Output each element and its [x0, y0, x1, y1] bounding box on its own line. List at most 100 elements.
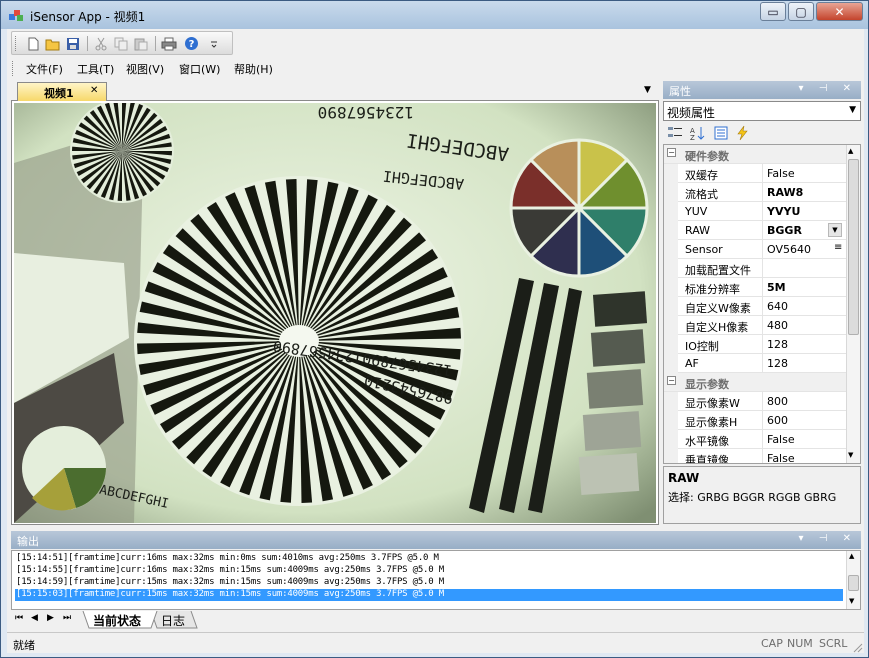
minimize-button[interactable]: ▭	[760, 2, 786, 21]
tab-current-status[interactable]: 当前状态	[93, 611, 141, 629]
property-divider[interactable]	[762, 183, 763, 202]
output-log[interactable]: [15:14:51][framtime]curr:16ms max:32ms m…	[11, 550, 861, 610]
property-category[interactable]: − 硬件参数	[664, 145, 846, 164]
tab-close-icon[interactable]: ✕	[90, 85, 98, 96]
property-value[interactable]: False	[767, 167, 795, 180]
scroll-up-icon[interactable]: ▲	[849, 552, 854, 560]
output-pin-icon[interactable]: ▾ ⊣ ✕	[799, 533, 857, 544]
property-divider[interactable]	[762, 202, 763, 221]
property-divider[interactable]	[762, 278, 763, 297]
property-value[interactable]: 600	[767, 414, 788, 427]
property-value[interactable]: False	[767, 433, 795, 446]
property-row[interactable]: 标准分辨率 5M	[664, 278, 846, 297]
property-dropdown-icon[interactable]: ▼	[828, 223, 842, 237]
property-row[interactable]: IO控制 128	[664, 335, 846, 354]
property-category[interactable]: − 显示参数	[664, 373, 846, 392]
categorized-icon[interactable]	[667, 125, 683, 141]
log-line-selected[interactable]: [15:15:03][framtime]curr:15ms max:32ms m…	[15, 589, 843, 601]
properties-object-select[interactable]: 视频属性 ▼	[663, 101, 861, 121]
property-divider[interactable]	[762, 316, 763, 335]
property-divider[interactable]	[762, 335, 763, 354]
toolbar-overflow-icon[interactable]	[208, 35, 220, 52]
sort-alphabetical-icon[interactable]: AZ	[689, 125, 705, 142]
menu-view[interactable]: 视图(V)	[126, 61, 164, 77]
last-tab-icon[interactable]: ⏭	[63, 613, 71, 623]
property-value[interactable]: False	[767, 452, 795, 463]
property-value[interactable]: BGGR	[767, 224, 802, 237]
scroll-down-icon[interactable]: ▼	[849, 597, 854, 605]
property-row[interactable]: RAW BGGR ▼	[664, 221, 846, 240]
camera-preview[interactable]: 1234567890 ABCDEFGHI ABCDEFGHI 123456789…	[14, 103, 656, 523]
property-row[interactable]: 自定义H像素 480	[664, 316, 846, 335]
property-divider[interactable]	[762, 392, 763, 411]
log-line[interactable]: [15:14:51][framtime]curr:16ms max:32ms m…	[15, 553, 843, 565]
next-tab-icon[interactable]: ▶	[47, 613, 54, 623]
close-button[interactable]: ✕	[816, 2, 863, 21]
property-more-icon[interactable]: ≡	[834, 242, 842, 253]
tab-list-dropdown-icon[interactable]: ▼	[644, 85, 651, 95]
menu-tools[interactable]: 工具(T)	[77, 61, 114, 77]
help-icon[interactable]: ?	[182, 35, 200, 52]
property-grid-scrollbar[interactable]: ▲ ▼	[846, 145, 860, 463]
output-scroll-thumb[interactable]	[848, 575, 859, 591]
maximize-button[interactable]: ▢	[788, 2, 814, 21]
menu-help[interactable]: 帮助(H)	[234, 61, 273, 77]
collapse-icon[interactable]: −	[667, 376, 676, 385]
property-pages-icon[interactable]	[713, 125, 729, 141]
toolbar-grip[interactable]	[15, 36, 18, 51]
property-divider[interactable]	[762, 297, 763, 316]
tab-log[interactable]: 日志	[161, 611, 185, 629]
menubar-grip[interactable]	[12, 61, 15, 76]
property-value[interactable]: 640	[767, 300, 788, 313]
property-divider[interactable]	[762, 411, 763, 430]
paste-icon[interactable]	[132, 35, 150, 52]
properties-pin-icon[interactable]: ▾ ⊣ ✕	[799, 83, 857, 94]
prev-tab-icon[interactable]: ◀	[31, 613, 38, 623]
property-row[interactable]: Sensor OV5640 ≡	[664, 240, 846, 259]
save-icon[interactable]	[64, 35, 82, 52]
property-divider[interactable]	[762, 164, 763, 183]
new-file-icon[interactable]	[24, 35, 42, 52]
resize-grip-icon[interactable]	[851, 641, 863, 653]
property-divider[interactable]	[762, 259, 763, 278]
property-value[interactable]: OV5640	[767, 243, 811, 256]
property-row[interactable]: AF 128	[664, 354, 846, 373]
property-value[interactable]: YVYU	[767, 205, 800, 218]
property-row[interactable]: 加载配置文件	[664, 259, 846, 278]
property-value[interactable]: RAW8	[767, 186, 803, 199]
collapse-icon[interactable]: −	[667, 148, 676, 157]
property-row[interactable]: 水平镜像 False	[664, 430, 846, 449]
property-row[interactable]: 垂直镜像 False	[664, 449, 846, 463]
output-scrollbar[interactable]: ▲ ▼	[846, 551, 860, 609]
events-lightning-icon[interactable]	[735, 125, 751, 141]
property-value[interactable]: 128	[767, 338, 788, 351]
property-divider[interactable]	[762, 240, 763, 259]
menu-file[interactable]: 文件(F)	[26, 61, 63, 77]
property-value[interactable]: 480	[767, 319, 788, 332]
property-row[interactable]: YUV YVYU	[664, 202, 846, 221]
property-divider[interactable]	[762, 449, 763, 463]
first-tab-icon[interactable]: ⏮	[15, 613, 23, 623]
scroll-down-icon[interactable]: ▼	[848, 451, 853, 459]
property-row[interactable]: 自定义W像素 640	[664, 297, 846, 316]
chevron-down-icon[interactable]: ▼	[849, 105, 856, 115]
menu-window[interactable]: 窗口(W)	[179, 61, 220, 77]
property-grid-scroll-thumb[interactable]	[848, 159, 859, 335]
title-bar[interactable]: iSensor App - 视频1 ▭ ▢ ✕	[1, 1, 868, 29]
open-folder-icon[interactable]	[44, 35, 62, 52]
print-icon[interactable]	[160, 35, 178, 52]
property-row[interactable]: 流格式 RAW8	[664, 183, 846, 202]
property-divider[interactable]	[762, 221, 763, 240]
property-value[interactable]: 128	[767, 357, 788, 370]
property-divider[interactable]	[762, 354, 763, 373]
property-row[interactable]: 显示像素W 800	[664, 392, 846, 411]
property-row[interactable]: 显示像素H 600	[664, 411, 846, 430]
cut-icon[interactable]	[92, 35, 110, 52]
scroll-up-icon[interactable]: ▲	[848, 147, 853, 155]
tab-video1[interactable]: 视频1 ✕	[17, 82, 107, 101]
property-value[interactable]: 800	[767, 395, 788, 408]
property-value[interactable]: 5M	[767, 281, 786, 294]
property-row[interactable]: 双缓存 False	[664, 164, 846, 183]
property-divider[interactable]	[762, 430, 763, 449]
copy-icon[interactable]	[112, 35, 130, 52]
